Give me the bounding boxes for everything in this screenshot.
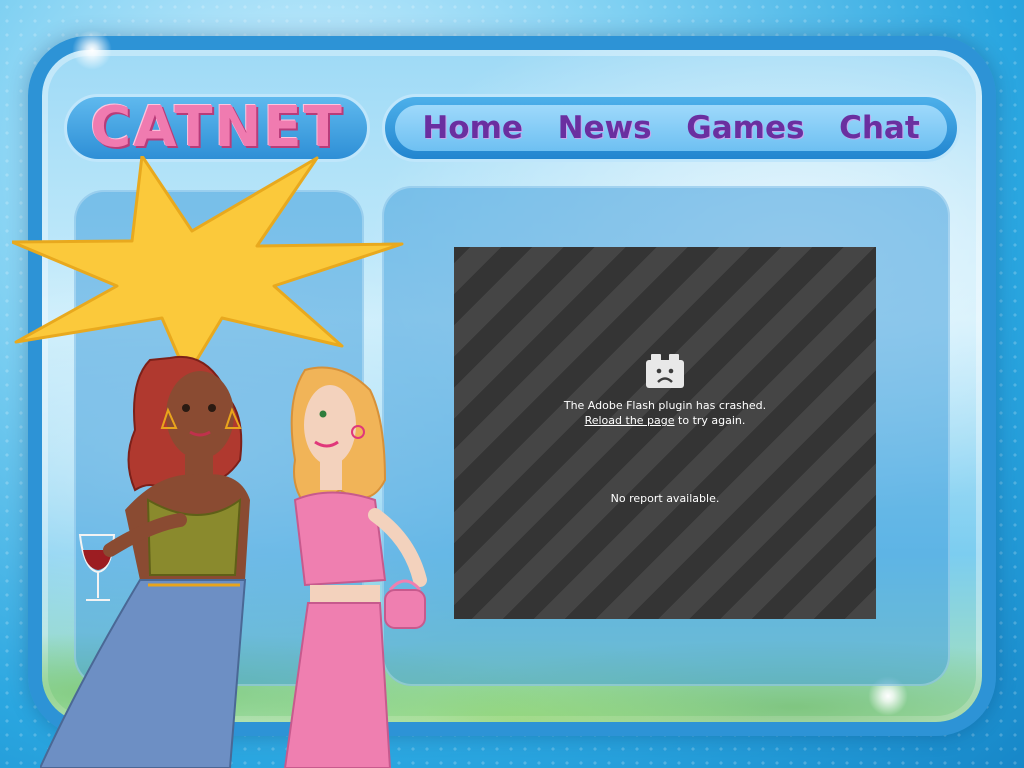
site-logo[interactable]: CATNET [90, 100, 344, 156]
flash-plugin-area[interactable]: The Adobe Flash plugin has crashed. Relo… [454, 247, 876, 619]
nav-home-link[interactable]: Home [422, 110, 523, 146]
reload-page-link[interactable]: Reload the page [585, 414, 675, 427]
nav-chat-link[interactable]: Chat [839, 110, 920, 146]
crash-message: The Adobe Flash plugin has crashed. [563, 399, 767, 412]
reload-row: Reload the page to try again. [585, 413, 746, 428]
girls-illustration [40, 355, 427, 768]
nav-news-link[interactable]: News [558, 110, 652, 146]
reload-suffix: to try again. [674, 414, 746, 427]
no-report-text: No report available. [610, 492, 720, 505]
main-nav: Home News Games Chat [382, 94, 960, 162]
nav-bar: Home News Games Chat [395, 105, 947, 151]
sad-puzzle-piece-icon [646, 354, 684, 388]
nav-games-link[interactable]: Games [686, 110, 804, 146]
logo-container[interactable]: CATNET [64, 94, 370, 162]
sparkle-decoration [72, 30, 112, 70]
